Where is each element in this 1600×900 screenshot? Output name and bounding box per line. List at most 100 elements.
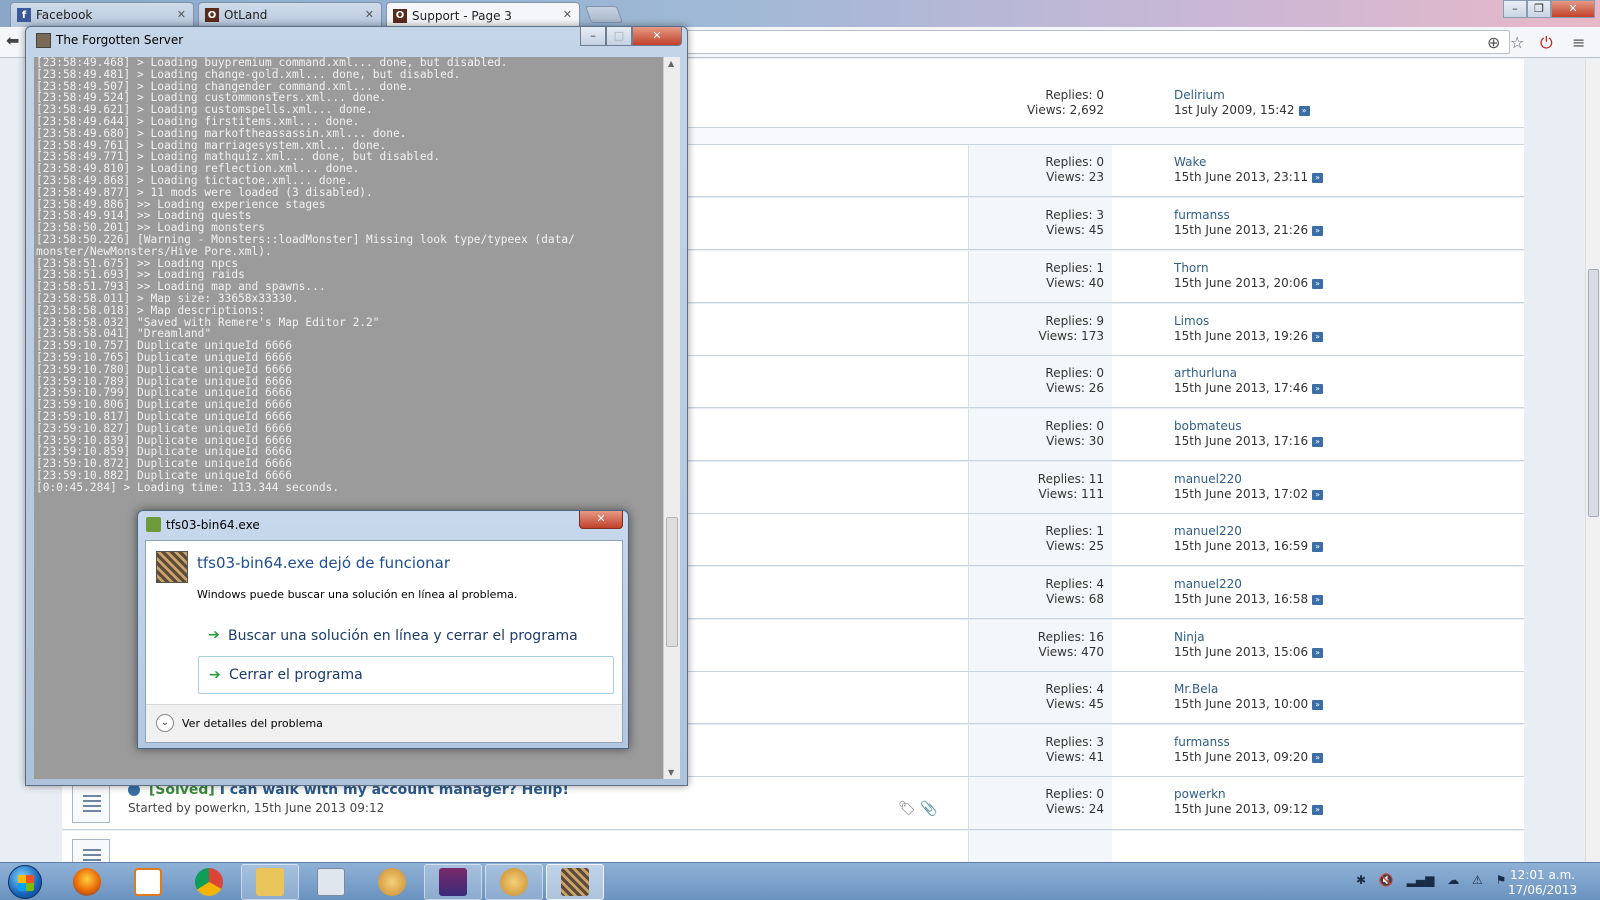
- go-to-last-post-icon[interactable]: »: [1312, 225, 1324, 236]
- paint-icon[interactable]: [485, 864, 543, 900]
- go-to-last-post-icon[interactable]: »: [1312, 383, 1324, 394]
- last-post-user[interactable]: Limos: [1174, 314, 1323, 329]
- last-post-user[interactable]: furmanss: [1174, 735, 1323, 750]
- close-window-button[interactable]: ✕: [1551, 0, 1595, 18]
- console-line: [23:59:10.882] Duplicate uniqueId 6666: [36, 468, 292, 482]
- network-signal-icon[interactable]: ▂▄▆: [1407, 873, 1435, 887]
- chevron-down-icon[interactable]: ⌄: [156, 714, 174, 732]
- go-to-last-post-icon[interactable]: »: [1312, 752, 1324, 763]
- otland-icon: O: [393, 8, 407, 23]
- last-post-user[interactable]: bobmateus: [1174, 419, 1323, 434]
- volume-muted-icon[interactable]: 🔇: [1379, 873, 1394, 887]
- security-icon[interactable]: ⚠: [1472, 873, 1483, 887]
- tab-support-page-3[interactable]: O Support - Page 3 ✕: [386, 2, 580, 28]
- last-post-user[interactable]: arthurluna: [1174, 366, 1323, 381]
- media-player-icon[interactable]: [119, 864, 177, 900]
- console-line: [23:58:50.226] [Warning - Monsters::load…: [36, 232, 575, 246]
- tab-facebook[interactable]: f Facebook ✕: [10, 2, 194, 27]
- console-close-button[interactable]: ✕: [632, 27, 682, 46]
- last-post-user[interactable]: manuel220: [1174, 472, 1323, 487]
- dialog-close-button[interactable]: ✕: [579, 511, 623, 529]
- last-post-user[interactable]: powerkn: [1174, 787, 1323, 802]
- last-post-user[interactable]: manuel220: [1174, 577, 1323, 592]
- scrollbar-thumb[interactable]: [1588, 269, 1599, 517]
- last-post-user[interactable]: Ninja: [1174, 630, 1323, 645]
- go-to-last-post-icon[interactable]: »: [1312, 804, 1324, 815]
- go-to-last-post-icon[interactable]: »: [1298, 105, 1310, 116]
- explorer-icon[interactable]: [241, 864, 299, 900]
- go-to-last-post-icon[interactable]: »: [1312, 489, 1324, 500]
- console-line: [23:58:49.868] > Loading tictactoe.xml..…: [36, 173, 353, 187]
- cloud-icon[interactable]: ☁: [1447, 873, 1459, 887]
- console-scrollbar[interactable]: ▲ ▼: [663, 57, 680, 779]
- crash-dialog[interactable]: tfs03-bin64.exe ✕ tfs03-bin64.exe dejó d…: [137, 510, 629, 749]
- last-post-user[interactable]: manuel220: [1174, 524, 1323, 539]
- maximize-button[interactable]: ❐: [1527, 0, 1551, 18]
- close-icon[interactable]: ✕: [365, 8, 374, 21]
- close-icon[interactable]: ✕: [177, 8, 186, 21]
- last-post-user[interactable]: Wake: [1174, 155, 1323, 170]
- last-post-date: 15th June 2013, 23:11: [1174, 170, 1309, 184]
- zoom-icon[interactable]: ⊕: [1487, 33, 1500, 52]
- minimize-button[interactable]: –: [1503, 0, 1527, 18]
- chrome-icon[interactable]: [180, 864, 238, 900]
- dialog-body: tfs03-bin64.exe dejó de funcionar Window…: [145, 540, 623, 743]
- console-line: [0:0:45.284] > Loading time: 113.344 sec…: [36, 480, 340, 494]
- go-to-last-post-icon[interactable]: »: [1312, 594, 1324, 605]
- go-to-last-post-icon[interactable]: »: [1312, 172, 1324, 183]
- paint-icon[interactable]: [363, 864, 421, 900]
- scroll-down-icon[interactable]: ▼: [668, 768, 674, 777]
- start-button[interactable]: [8, 865, 42, 899]
- go-to-last-post-icon[interactable]: »: [1312, 541, 1324, 552]
- replies-count: Replies: 9: [1045, 314, 1104, 328]
- bluetooth-icon[interactable]: ✱: [1356, 873, 1366, 887]
- go-to-last-post-icon[interactable]: »: [1312, 331, 1324, 342]
- dialog-heading: tfs03-bin64.exe dejó de funcionar: [197, 554, 451, 572]
- show-details-link[interactable]: Ver detalles del problema: [182, 717, 323, 730]
- views-count: Views: 41: [1046, 750, 1104, 764]
- tfs-icon[interactable]: [546, 864, 604, 900]
- action-center-icon[interactable]: ⚑: [1496, 873, 1507, 887]
- last-post-user[interactable]: Mr.Bela: [1174, 682, 1323, 697]
- views-count: Views: 45: [1046, 697, 1104, 711]
- last-post-date: 15th June 2013, 16:59: [1174, 539, 1309, 553]
- otland-icon: O: [205, 8, 219, 22]
- calculator-icon[interactable]: [302, 864, 360, 900]
- go-to-last-post-icon[interactable]: »: [1312, 278, 1324, 289]
- scrollbar-thumb[interactable]: [666, 517, 678, 647]
- new-tab-button[interactable]: [584, 6, 624, 23]
- last-post-user[interactable]: Delirium: [1174, 88, 1310, 103]
- attachment-icon: 🏷 📎: [898, 801, 938, 817]
- close-program-button[interactable]: ➔ Cerrar el programa: [198, 656, 614, 694]
- search-solution-button[interactable]: ➔ Buscar una solución en línea y cerrar …: [198, 617, 614, 655]
- console-line: [23:59:10.817] Duplicate uniqueId 6666: [36, 409, 292, 423]
- last-post-user[interactable]: Thorn: [1174, 261, 1323, 276]
- views-count: Views: 30: [1046, 434, 1104, 448]
- close-icon[interactable]: ✕: [563, 8, 572, 21]
- table-row[interactable]: [62, 831, 1524, 862]
- tab-otland[interactable]: O OtLand ✕: [198, 2, 382, 27]
- views-count: Views: 45: [1046, 223, 1104, 237]
- go-to-last-post-icon[interactable]: »: [1312, 699, 1324, 710]
- console-minimize-button[interactable]: –: [580, 27, 606, 46]
- go-to-last-post-icon[interactable]: »: [1312, 647, 1324, 658]
- last-post-date: 1st July 2009, 15:42: [1174, 103, 1295, 117]
- address-bar[interactable]: [680, 30, 1510, 54]
- scroll-up-icon[interactable]: ▲: [668, 59, 674, 68]
- back-arrow-icon[interactable]: ⬅: [6, 31, 19, 50]
- console-maximize-button: □: [606, 27, 632, 46]
- winrar-icon[interactable]: [424, 864, 482, 900]
- views-count: Views: 111: [1038, 487, 1105, 501]
- facebook-icon: f: [17, 8, 31, 22]
- firefox-icon[interactable]: [58, 864, 116, 900]
- taskbar: ✱ 🔇 ▂▄▆ ☁ ⚠ ⚑ 12:01 a.m. 17/06/2013: [0, 862, 1600, 900]
- go-to-last-post-icon[interactable]: »: [1312, 436, 1324, 447]
- adblock-icon[interactable]: ⏻: [1540, 33, 1553, 53]
- last-post-user[interactable]: furmanss: [1174, 208, 1323, 223]
- system-clock[interactable]: 12:01 a.m. 17/06/2013: [1508, 868, 1577, 898]
- menu-icon[interactable]: ≡: [1572, 33, 1585, 52]
- bookmark-star-icon[interactable]: ☆: [1510, 33, 1524, 52]
- views-count: Views: 2,692: [1027, 103, 1104, 117]
- console-line: [23:58:58.018] > Map descriptions:: [36, 303, 266, 317]
- page-scrollbar[interactable]: [1585, 59, 1600, 862]
